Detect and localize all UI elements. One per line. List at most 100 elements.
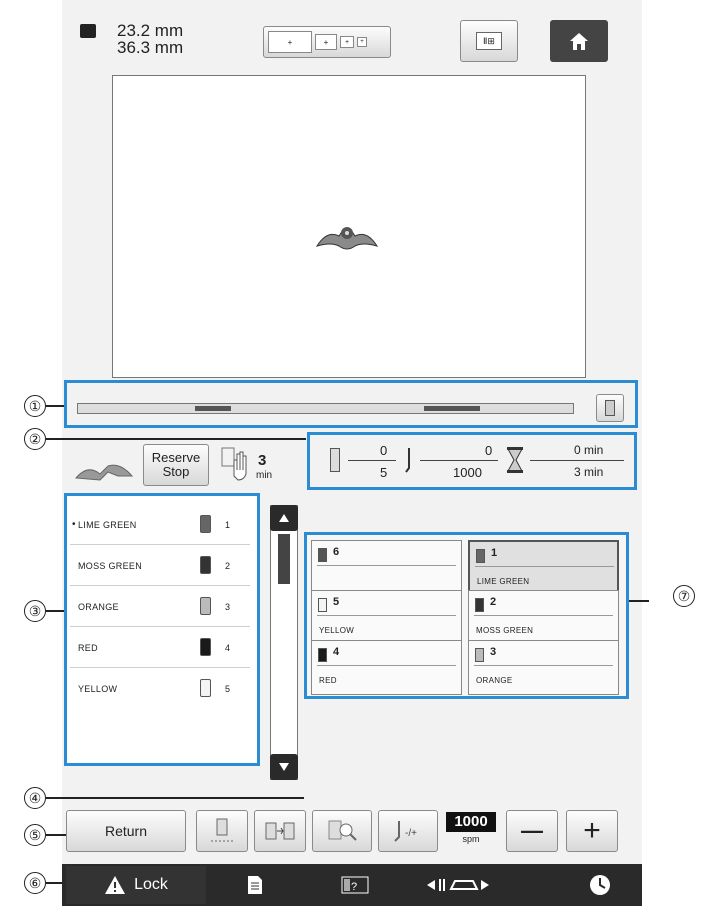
thread-name: YELLOW [78, 684, 118, 694]
thread-number: 1 [225, 520, 231, 530]
clock-icon [590, 875, 610, 895]
needle-spool-icon [318, 648, 327, 662]
needle-color-name: LIME GREEN [477, 577, 530, 586]
callout-7-line [629, 600, 649, 602]
thread-row[interactable]: YELLOW 5 [70, 669, 250, 709]
home-button[interactable] [550, 20, 608, 62]
thread-row[interactable]: MOSS GREEN 2 [70, 546, 250, 586]
progress-spool-button[interactable] [596, 394, 624, 422]
color-count-total: 5 [380, 465, 388, 480]
time-total: 3 min [574, 465, 604, 479]
thread-spool-icon [200, 597, 211, 615]
callout-3: ③ [24, 600, 46, 622]
needle-cell[interactable]: 2 MOSS GREEN [468, 590, 619, 645]
bobbin-button[interactable] [196, 810, 248, 852]
needle-number: 4 [333, 646, 340, 658]
stitch-count-line [420, 460, 498, 461]
thread-number: 5 [225, 684, 231, 694]
scroll-up-button[interactable] [270, 505, 298, 531]
view-button[interactable]: Ⅱ⊞ [460, 20, 518, 62]
speed-increase-button[interactable]: + [566, 810, 618, 852]
thread-name: RED [78, 643, 98, 653]
needle-cell-divider [317, 615, 456, 616]
frame-move-icon [427, 879, 489, 891]
needle-number: 1 [491, 547, 498, 559]
needle-color-name: MOSS GREEN [476, 626, 534, 635]
reserve-stop-button[interactable]: Reserve Stop [143, 444, 209, 486]
callout-2: ② [24, 428, 46, 450]
thread-name: LIME GREEN [78, 520, 137, 530]
needle-spool-icon [318, 548, 327, 562]
needle-icon [404, 448, 414, 474]
needle-cell[interactable]: 5 YELLOW [311, 590, 462, 645]
needle-number: 3 [490, 646, 497, 658]
chevron-down-icon [279, 763, 289, 771]
color-count-current: 0 [380, 443, 388, 458]
speed-decrease-button[interactable]: — [506, 810, 558, 852]
document-button[interactable] [230, 866, 280, 904]
needle-spool-icon [318, 598, 327, 612]
thread-spool-icon [200, 556, 211, 574]
scroll-thumb[interactable] [278, 534, 290, 584]
stitch-forward-back-button[interactable]: -/+ [378, 810, 438, 852]
presser-foot-icon [74, 454, 136, 484]
hand-stop-icon [220, 446, 254, 482]
thread-spool-icon [200, 638, 211, 656]
counter-spool-icon [330, 448, 340, 472]
thread-swap-icon [265, 822, 295, 840]
thread-name: MOSS GREEN [78, 561, 143, 571]
thread-name: ORANGE [78, 602, 119, 612]
callout-3-line [46, 610, 64, 612]
clock-button[interactable] [578, 866, 622, 904]
thread-row[interactable]: RED 4 [70, 628, 250, 668]
return-button[interactable]: Return [66, 810, 186, 852]
needle-spool-icon [475, 648, 484, 662]
needle-cell-divider [317, 565, 456, 566]
needle-cell-divider [317, 665, 456, 666]
needle-color-name: YELLOW [319, 626, 355, 635]
needle-cell-active[interactable]: 1 LIME GREEN [468, 540, 619, 595]
needle-cell-divider [474, 665, 613, 666]
document-icon [248, 876, 262, 894]
lock-button[interactable]: Lock [66, 866, 206, 904]
svg-text:?: ? [351, 881, 357, 893]
hourglass-icon [506, 447, 524, 473]
view-icon: Ⅱ⊞ [476, 32, 502, 50]
callout-1-line [46, 405, 64, 407]
thread-row[interactable]: • LIME GREEN 1 [70, 505, 250, 545]
speed-value: 1000 [446, 812, 496, 832]
svg-text:-/+: -/+ [405, 828, 417, 839]
needle-color-name: ORANGE [476, 676, 513, 685]
callout-6: ⑥ [24, 872, 46, 894]
callout-4: ④ [24, 787, 46, 809]
thread-search-button[interactable] [312, 810, 372, 852]
chevron-up-icon [279, 514, 289, 522]
help-button[interactable]: ? [330, 866, 380, 904]
lock-label: Lock [134, 876, 168, 893]
spool-icon [605, 400, 615, 416]
progress-segment-dark-2 [424, 406, 480, 411]
progress-bar [77, 403, 574, 414]
needle-cell[interactable]: 6 [311, 540, 462, 595]
stitch-count-current: 0 [485, 443, 493, 458]
time-elapsed: 0 min [574, 443, 604, 457]
callout-5-line [46, 834, 66, 836]
frame-indicator: + + + + [263, 26, 391, 58]
needle-spool-icon [475, 598, 484, 612]
stitch-count-total: 1000 [453, 465, 482, 480]
needle-cell[interactable]: 4 RED [311, 640, 462, 695]
thread-change-button[interactable] [254, 810, 306, 852]
pattern-height: 36.3 mm [117, 38, 184, 57]
current-thread-marker: • [72, 519, 76, 530]
thread-row[interactable]: ORANGE 3 [70, 587, 250, 627]
frame-move-button[interactable] [418, 866, 498, 904]
needle-cell-divider [474, 615, 613, 616]
needle-spool-icon [476, 549, 485, 563]
callout-7: ⑦ [673, 585, 695, 607]
thread-number: 3 [225, 602, 231, 612]
scroll-down-button[interactable] [270, 754, 298, 780]
magnify-icon [328, 820, 357, 841]
needle-cell[interactable]: 3 ORANGE [468, 640, 619, 695]
thread-spool-icon [200, 515, 211, 533]
stop-time-unit: min [256, 470, 273, 481]
